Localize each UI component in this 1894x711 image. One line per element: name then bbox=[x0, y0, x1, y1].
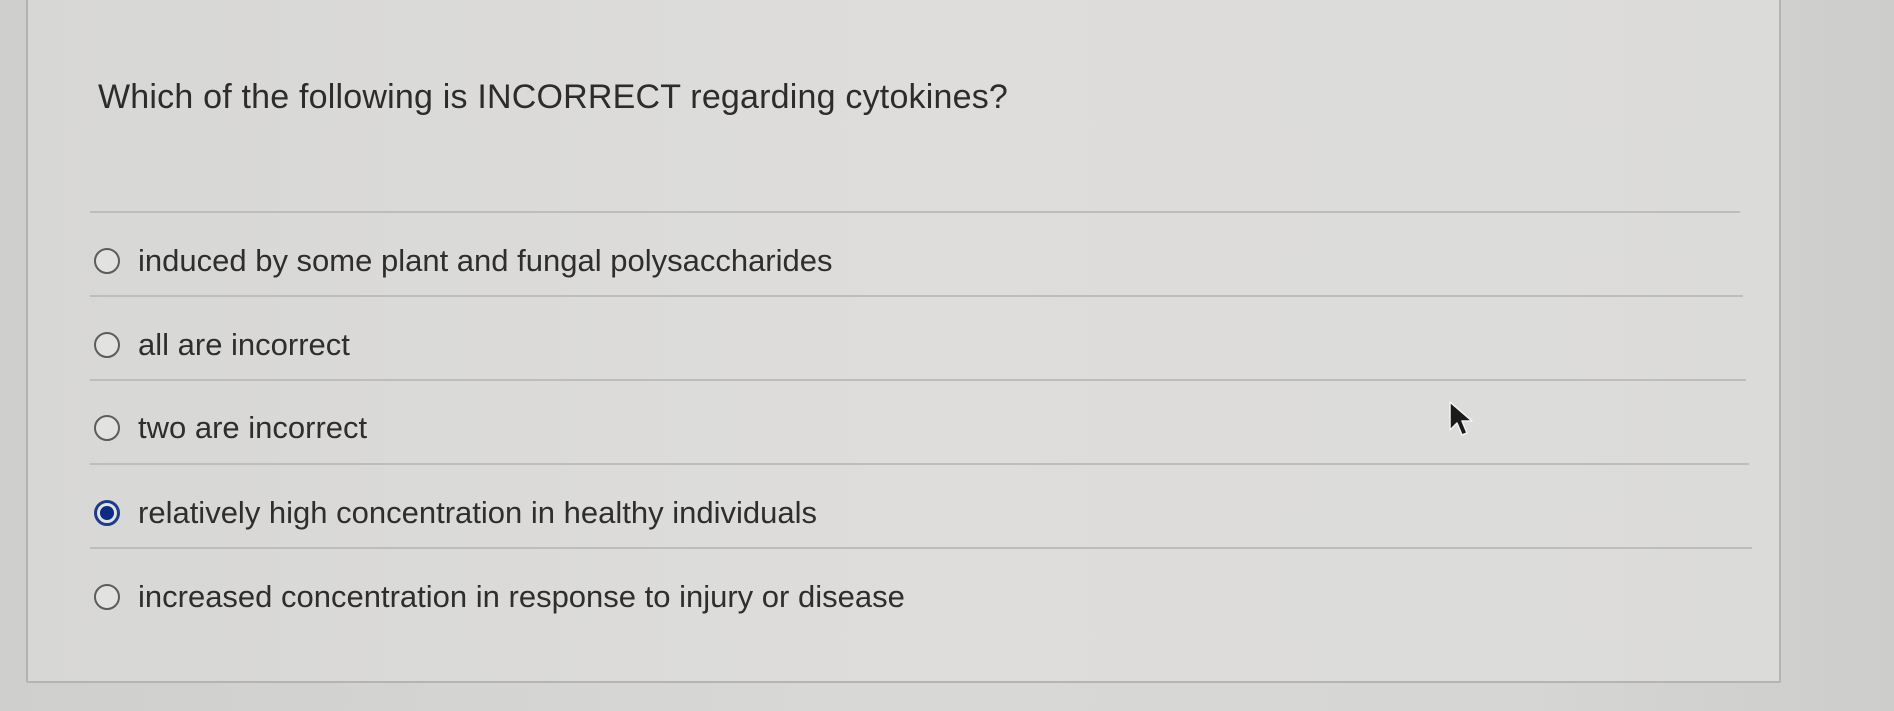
question-card: Which of the following is INCORRECT rega… bbox=[26, 0, 1781, 683]
radio-button-unselected[interactable] bbox=[94, 415, 120, 441]
divider bbox=[90, 379, 1746, 381]
answer-option-label: all are incorrect bbox=[138, 327, 350, 362]
answer-option-label: relatively high concentration in healthy… bbox=[138, 495, 817, 530]
question-text: Which of the following is INCORRECT rega… bbox=[98, 78, 1009, 116]
radio-button-selected[interactable] bbox=[94, 500, 120, 526]
answer-option-1[interactable]: induced by some plant and fungal polysac… bbox=[94, 231, 833, 291]
answer-option-3[interactable]: two are incorrect bbox=[94, 398, 367, 458]
radio-button-unselected[interactable] bbox=[94, 584, 120, 610]
divider bbox=[90, 211, 1740, 213]
answer-option-label: two are incorrect bbox=[138, 410, 368, 445]
divider bbox=[90, 463, 1749, 465]
radio-button-unselected[interactable] bbox=[94, 332, 120, 358]
answer-option-label: induced by some plant and fungal polysac… bbox=[138, 243, 833, 278]
radio-selected-dot-icon bbox=[100, 506, 114, 520]
answer-option-label: increased concentration in response to i… bbox=[138, 579, 905, 614]
answer-option-5[interactable]: increased concentration in response to i… bbox=[94, 567, 905, 627]
divider bbox=[90, 547, 1752, 549]
divider bbox=[90, 295, 1743, 297]
answer-option-4[interactable]: relatively high concentration in healthy… bbox=[94, 483, 817, 543]
answer-option-2[interactable]: all are incorrect bbox=[94, 315, 350, 375]
mouse-pointer-icon bbox=[1449, 401, 1473, 436]
radio-button-unselected[interactable] bbox=[94, 248, 120, 274]
